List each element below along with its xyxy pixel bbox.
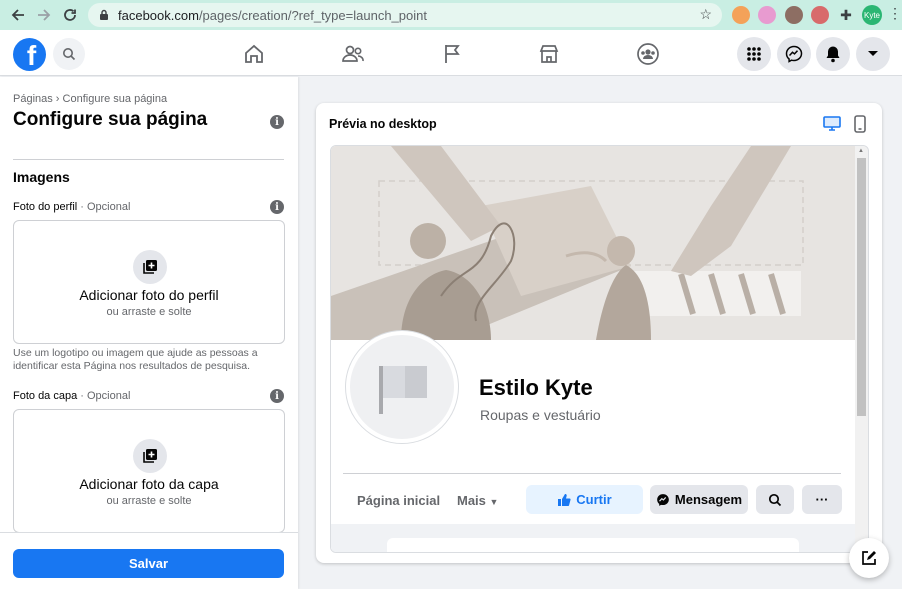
page-title: Configure sua página <box>13 109 208 130</box>
messenger-button[interactable] <box>777 37 811 71</box>
thumbs-up-icon <box>558 493 571 506</box>
kebab-menu-icon[interactable]: ⋮ <box>888 6 902 20</box>
friends-icon[interactable] <box>341 42 365 66</box>
drag-drop-hint: ou arraste e solte <box>106 306 192 318</box>
cover-photo-label-text: Foto da capa <box>13 390 78 402</box>
more-dots-icon: ··· <box>815 492 829 507</box>
search-button[interactable] <box>53 38 85 70</box>
drag-drop-hint: ou arraste e solte <box>106 495 192 507</box>
reload-icon[interactable] <box>57 2 83 28</box>
desktop-preview-card: Prévia no desktop Estilo Kyte Roupas e v… <box>316 103 882 563</box>
page-preview: Estilo Kyte Roupas e vestuário Página in… <box>331 146 855 552</box>
scroll-up-icon[interactable]: ▲ <box>858 148 864 154</box>
grid-menu-icon <box>747 47 761 61</box>
menu-button[interactable] <box>737 37 771 71</box>
divider <box>343 473 841 474</box>
home-icon[interactable] <box>242 42 266 66</box>
info-icon[interactable]: i <box>270 115 284 129</box>
desktop-icon[interactable] <box>823 116 841 137</box>
profile-picture-placeholder <box>346 331 458 443</box>
flag-icon <box>379 366 427 414</box>
divider <box>13 159 284 160</box>
url-host: facebook.com <box>118 7 199 23</box>
facebook-topbar: f <box>0 30 902 76</box>
tab-home[interactable]: Página inicial <box>357 493 440 508</box>
info-icon[interactable]: i <box>270 200 284 214</box>
profile-photo-dropzone[interactable]: Adicionar foto do perfil ou arraste e so… <box>13 220 285 344</box>
messenger-icon <box>657 493 669 506</box>
edit-icon <box>862 551 876 565</box>
browser-toolbar: facebook.com/pages/creation/?ref_type=la… <box>0 0 902 30</box>
add-profile-photo-text: Adicionar foto do perfil <box>79 287 219 303</box>
breadcrumb[interactable]: Páginas › Configure sua página <box>13 93 167 105</box>
flag-icon[interactable] <box>440 42 464 66</box>
info-icon[interactable]: i <box>270 389 284 403</box>
star-icon[interactable]: ☆ <box>699 6 712 23</box>
search-icon <box>63 48 76 61</box>
logo-letter: f <box>26 40 37 71</box>
page-name: Estilo Kyte <box>479 375 593 400</box>
notifications-button[interactable] <box>816 37 850 71</box>
profile-avatar[interactable]: Kyte <box>862 5 882 25</box>
page-category: Roupas e vestuário <box>480 407 601 423</box>
account-button[interactable] <box>856 37 890 71</box>
profile-photo-label-text: Foto do perfil <box>13 201 78 213</box>
back-arrow-icon[interactable] <box>5 2 31 28</box>
add-cover-photo-text: Adicionar foto da capa <box>79 476 219 492</box>
groups-icon[interactable] <box>636 42 660 66</box>
add-photo-icon <box>133 250 167 284</box>
page-setup-panel: Páginas › Configure sua página Configure… <box>0 77 298 589</box>
compose-button[interactable] <box>849 538 889 578</box>
caret-down-icon: ▼ <box>489 497 499 507</box>
address-bar[interactable]: facebook.com/pages/creation/?ref_type=la… <box>88 3 722 27</box>
mobile-icon[interactable] <box>854 115 866 138</box>
caret-down-icon <box>868 51 878 56</box>
like-button[interactable]: Curtir <box>526 485 643 514</box>
content-card <box>387 538 799 552</box>
message-button[interactable]: Mensagem <box>650 485 748 514</box>
preview-title: Prévia no desktop <box>329 117 437 131</box>
scrollbar-thumb[interactable] <box>857 158 866 416</box>
like-label: Curtir <box>576 492 612 507</box>
url-path: /pages/creation/?ref_type=launch_point <box>198 7 427 23</box>
tab-more-label: Mais <box>457 493 486 508</box>
search-icon <box>768 493 782 506</box>
forward-arrow-icon[interactable] <box>31 2 57 28</box>
extension-icon[interactable] <box>785 6 803 24</box>
scrollbar[interactable]: ▲ <box>855 146 868 552</box>
message-label: Mensagem <box>674 492 743 507</box>
cover-photo-label: Foto da capa · Opcional <box>13 390 130 402</box>
profile-label: Kyte <box>863 10 880 20</box>
messenger-icon <box>785 45 803 63</box>
save-button[interactable]: Salvar <box>13 549 284 578</box>
search-button[interactable] <box>756 485 794 514</box>
extension-icon[interactable] <box>732 6 750 24</box>
optional-tag: · Opcional <box>77 201 131 213</box>
add-photo-icon <box>133 439 167 473</box>
extension-icon[interactable] <box>811 6 829 24</box>
save-bar: Salvar <box>0 532 298 589</box>
bell-icon <box>826 46 840 63</box>
puzzle-icon[interactable]: ✚ <box>837 6 855 24</box>
page-preview-frame: Estilo Kyte Roupas e vestuário Página in… <box>330 145 869 553</box>
facebook-logo[interactable]: f <box>13 38 46 71</box>
section-heading: Imagens <box>13 169 70 185</box>
extension-icon[interactable] <box>758 6 776 24</box>
tab-more[interactable]: Mais ▼ <box>457 493 498 508</box>
profile-photo-hint: Use um logotipo ou imagem que ajude as p… <box>13 347 258 372</box>
optional-tag: · Opcional <box>77 390 131 402</box>
more-options-button[interactable]: ··· <box>802 485 842 514</box>
marketplace-icon[interactable] <box>537 42 561 66</box>
cover-illustration <box>331 146 855 340</box>
lock-icon <box>100 9 108 20</box>
profile-photo-label: Foto do perfil · Opcional <box>13 201 130 213</box>
cover-photo-dropzone[interactable]: Adicionar foto da capa ou arraste e solt… <box>13 409 285 533</box>
